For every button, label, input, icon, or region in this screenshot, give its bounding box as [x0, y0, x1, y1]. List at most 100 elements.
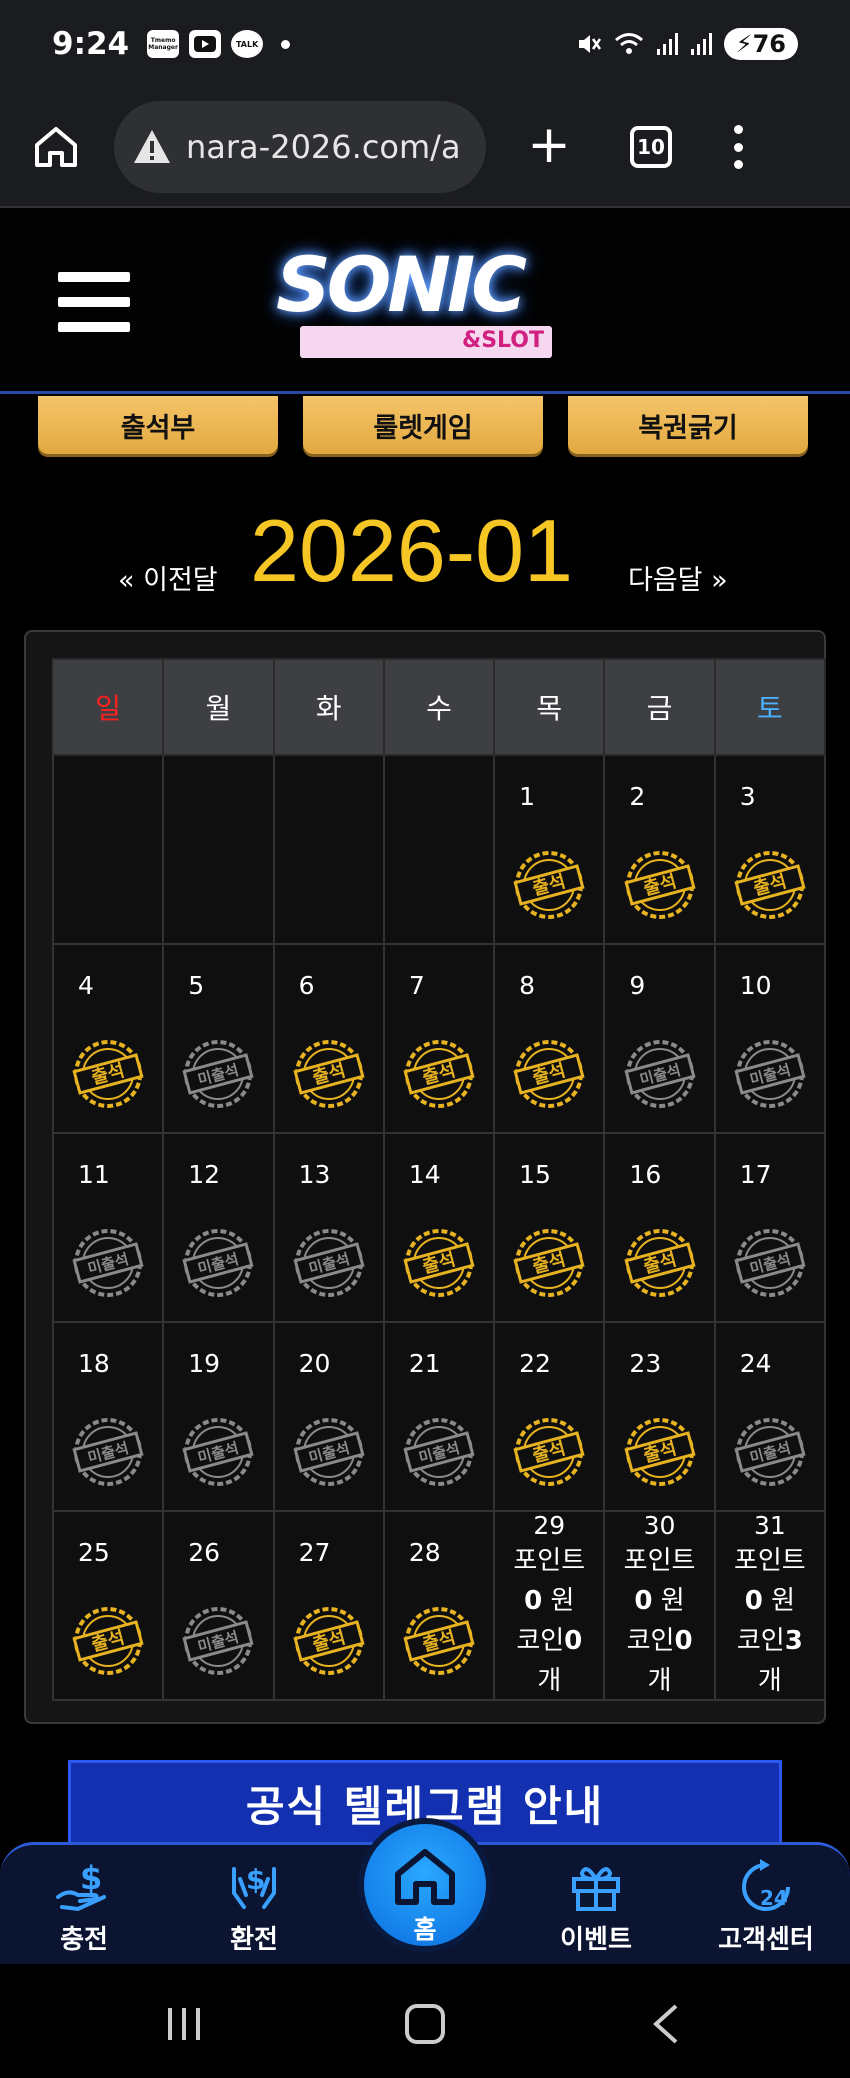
nav-deposit[interactable]: $ 충전 [14, 1845, 154, 1967]
day-number: 29 [533, 1510, 566, 1540]
calendar-day-cell: 6 출석 [274, 945, 385, 1134]
calendar-week-row: 25 출석 26 미출석 27 출석 28 출석 29 포인트 0 원 코인0 개 30 포인트 0 원 코인0… [52, 1510, 826, 1701]
gift-icon [572, 1867, 620, 1911]
nav-withdraw-label: 환전 [230, 1925, 278, 1955]
calendar-day-cell: 19 미출석 [164, 1323, 275, 1512]
day-number: 9 [629, 971, 646, 1000]
nav-withdraw[interactable]: $ 환전 [184, 1845, 324, 1967]
point-label: 포인트 [733, 1545, 806, 1576]
day-number: 10 [739, 971, 772, 1000]
youtube-icon [189, 30, 222, 58]
svg-text:출석: 출석 [310, 1627, 347, 1656]
calendar-day-cell: 8 출석 [495, 945, 606, 1134]
attended-stamp-icon: 출석 [513, 1040, 585, 1108]
weekday-thu: 목 [495, 658, 606, 756]
calendar-day-cell: 1 출석 [495, 756, 606, 945]
prev-month-link[interactable]: « 이전달 [118, 558, 218, 597]
nav-support[interactable]: 24 고객센터 [696, 1845, 836, 1967]
back-icon[interactable] [650, 2002, 680, 2046]
wifi-icon [614, 33, 643, 54]
calendar-day-cell: 3 출석 [715, 756, 826, 945]
attended-stamp-icon: 출석 [623, 1229, 696, 1297]
coin-amount: 코인0 [626, 1625, 693, 1656]
calendar-day-cell: 11 미출석 [54, 1134, 165, 1323]
missed-stamp-icon: 미출석 [293, 1229, 365, 1297]
day-number: 18 [78, 1349, 110, 1378]
missed-stamp-icon: 미출석 [72, 1418, 144, 1486]
calendar-day-cell: 9 미출석 [605, 945, 716, 1134]
day-number: 1 [519, 782, 536, 811]
calendar-day-cell: 16 출석 [605, 1134, 716, 1323]
system-home-button[interactable] [405, 2004, 445, 2044]
weekday-wed: 수 [384, 658, 496, 756]
day-number: 31 [753, 1510, 786, 1540]
svg-text:출석: 출석 [420, 1627, 457, 1656]
svg-text:$: $ [80, 1859, 102, 1897]
status-notification-icons: Tmemo Manager TALK [147, 30, 291, 58]
new-tab-button[interactable]: + [524, 119, 574, 172]
weekday-tue: 화 [274, 658, 385, 756]
calendar-day-cell: 25 출석 [54, 1512, 165, 1701]
point-amount: 0 원 [744, 1585, 795, 1616]
calendar-day-cell: 7 출석 [384, 945, 496, 1134]
coin-amount: 코인0 [516, 1625, 583, 1656]
signal-icon [656, 33, 678, 55]
nav-event[interactable]: 이벤트 [526, 1845, 666, 1967]
calendar-day-cell: 21 미출석 [384, 1323, 496, 1512]
hamburger-menu-button[interactable] [58, 272, 130, 332]
attended-stamp-icon: 출석 [72, 1607, 144, 1675]
calendar-day-cell: 26 미출석 [164, 1512, 275, 1701]
day-number: 24 [739, 1349, 772, 1378]
svg-text:출석: 출석 [751, 871, 788, 900]
day-number: 26 [188, 1538, 221, 1567]
logo-subbar: &SLOT [300, 326, 552, 358]
day-number: 4 [78, 971, 94, 1000]
deposit-icon: $ [56, 1859, 106, 1912]
day-number: 14 [408, 1160, 441, 1189]
warning-icon [134, 130, 170, 163]
attended-stamp-icon: 출석 [513, 1418, 585, 1486]
weekday-fri: 금 [605, 658, 716, 756]
svg-text:출석: 출석 [531, 871, 568, 900]
calendar-day-cell: 5 미출석 [164, 945, 275, 1134]
day-number: 19 [188, 1349, 221, 1378]
attendance-button[interactable]: 출석부 [38, 396, 278, 454]
roulette-button[interactable]: 룰렛게임 [303, 396, 543, 454]
nav-home-button[interactable]: 홈 [358, 1818, 492, 1952]
day-number: 2 [629, 782, 646, 811]
day-number: 28 [408, 1538, 441, 1567]
calendar-week-row: 1 출석 2 출석 3 출석 [52, 756, 826, 945]
support-24-icon: 24 [742, 1859, 790, 1911]
more-notifications-dot [281, 39, 291, 49]
tab-switcher-button[interactable]: 10 [630, 126, 672, 168]
calendar-day-cell: 22 출석 [495, 1323, 606, 1512]
weekday-mon: 월 [164, 658, 275, 756]
mute-icon [578, 35, 601, 53]
calendar-day-cell: 18 미출석 [54, 1323, 165, 1512]
logo-text: SONIC [276, 240, 527, 329]
missed-stamp-icon: 미출석 [182, 1229, 255, 1297]
point-label: 포인트 [513, 1545, 586, 1576]
calendar-day-cell: 12 미출석 [164, 1134, 275, 1323]
day-number: 13 [298, 1160, 331, 1189]
calendar-day-cell: 29 포인트 0 원 코인0 개 [495, 1510, 606, 1701]
day-number: 7 [408, 971, 425, 1000]
withdraw-icon: $ [232, 1863, 276, 1909]
attended-stamp-icon: 출석 [72, 1040, 144, 1108]
address-bar[interactable]: nara-2026.com/a [114, 101, 486, 193]
attended-stamp-icon: 출석 [513, 851, 585, 919]
day-number: 22 [519, 1349, 551, 1378]
svg-text:출석: 출석 [310, 1060, 347, 1089]
site-logo[interactable]: SONIC &SLOT [270, 240, 590, 360]
coin-amount: 코인3 [736, 1625, 803, 1656]
day-number: 5 [188, 971, 205, 1000]
next-month-link[interactable]: 다음달 » [628, 558, 728, 597]
attended-stamp-icon: 출석 [293, 1607, 365, 1675]
battery-level: 76 [752, 30, 786, 58]
nav-deposit-label: 충전 [60, 1925, 108, 1955]
calendar-weekday-header: 일 월 화 수 목 금 토 [52, 658, 826, 756]
browser-home-button[interactable] [26, 117, 86, 177]
browser-menu-button[interactable] [732, 125, 744, 169]
scratch-lottery-button[interactable]: 복권긁기 [568, 396, 808, 454]
recents-button[interactable] [168, 2008, 200, 2040]
